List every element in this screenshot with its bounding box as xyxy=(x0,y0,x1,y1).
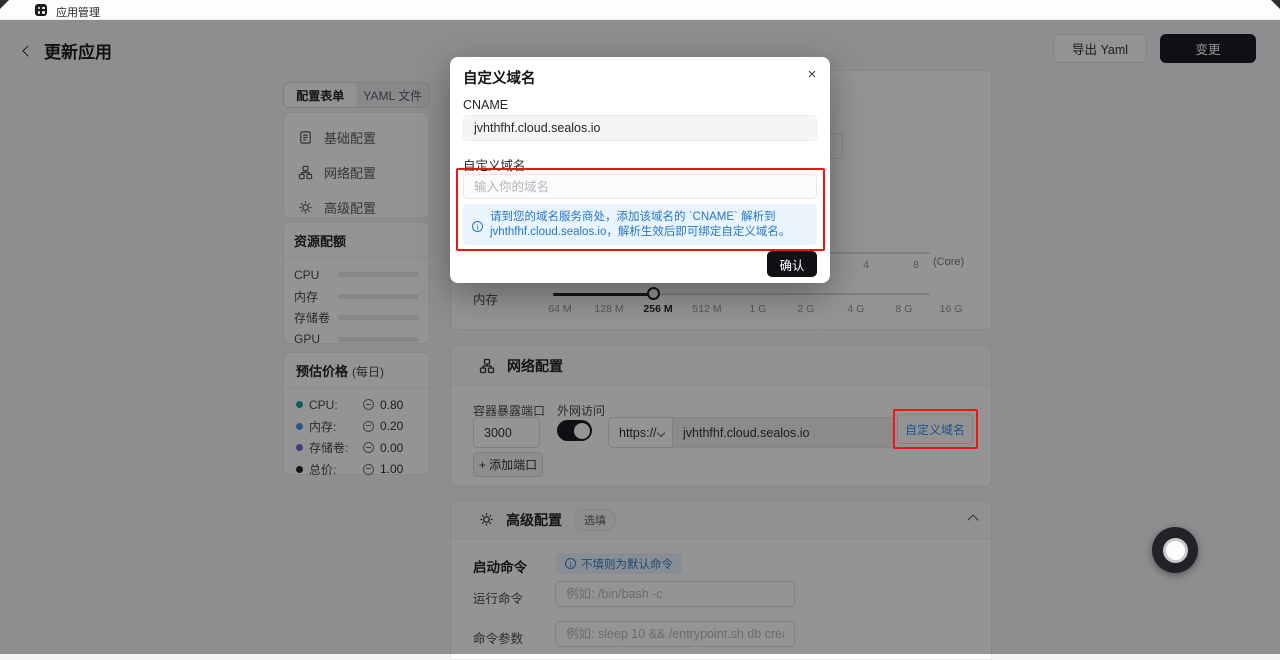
app-grid-icon xyxy=(35,4,47,16)
custom-domain-input-wrap xyxy=(463,174,817,199)
cname-input-wrap xyxy=(463,115,817,141)
info-icon: i xyxy=(472,221,483,232)
close-icon: × xyxy=(808,66,817,83)
custom-domain-input[interactable] xyxy=(463,174,817,199)
modal-title: 自定义域名 xyxy=(463,67,536,88)
cname-input[interactable] xyxy=(463,115,817,141)
custom-domain-label: 自定义域名 xyxy=(463,155,526,174)
cname-info-box: i 请到您的域名服务商处，添加该域名的 `CNAME` 解析到 jvhthfhf… xyxy=(463,204,817,245)
cname-label: CNAME xyxy=(463,98,508,112)
modal-close-button[interactable]: × xyxy=(802,64,822,84)
window-titlebar: 应用管理 xyxy=(0,0,1280,20)
cname-info-text: 请到您的域名服务商处，添加该域名的 `CNAME` 解析到 jvhthfhf.c… xyxy=(490,210,808,245)
confirm-button[interactable]: 确认 xyxy=(767,251,817,277)
floating-assistant-button[interactable] xyxy=(1152,527,1198,573)
record-circle-icon xyxy=(1163,538,1188,563)
window-title: 应用管理 xyxy=(56,4,100,20)
custom-domain-modal: 自定义域名 × CNAME 自定义域名 i 请到您的域名服务商处，添加该域名的 … xyxy=(450,57,830,283)
